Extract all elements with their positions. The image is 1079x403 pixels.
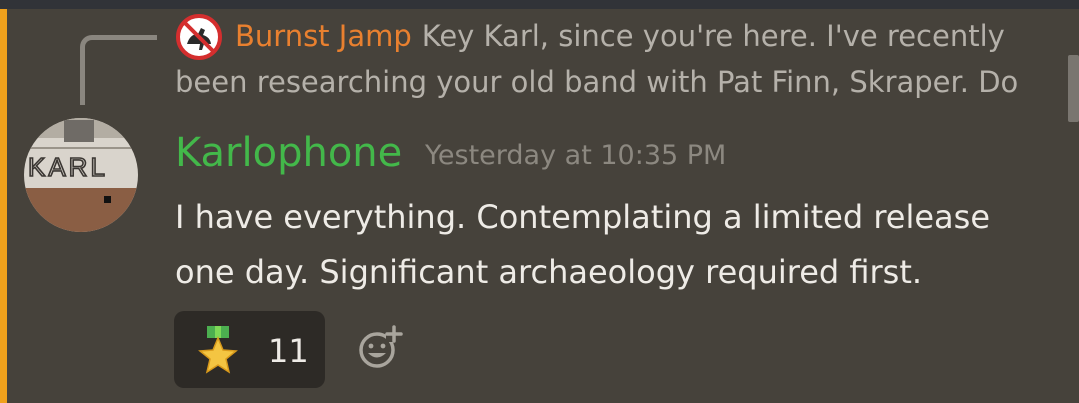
message-content: I have everything. Contemplating a limit… (175, 198, 991, 291)
reaction-button[interactable]: 11 (174, 311, 325, 388)
reply-connector (80, 35, 157, 105)
reply-preview[interactable]: Burnst Jamp Key Karl, since you're here. … (175, 13, 1055, 105)
add-reaction-icon[interactable] (356, 324, 404, 372)
scrollbar-thumb[interactable] (1068, 55, 1079, 122)
avatar-sign-text: KARL (28, 152, 108, 182)
message-timestamp[interactable]: Yesterday at 10:35 PM (425, 140, 726, 172)
star-medal-icon (198, 326, 238, 374)
message-author[interactable]: Karlophone (175, 128, 402, 178)
reply-author[interactable]: Burnst Jamp (235, 19, 412, 53)
highlight-accent-bar (0, 9, 7, 403)
reaction-count: 11 (268, 332, 309, 370)
top-bar (0, 0, 1079, 9)
avatar[interactable]: KARL (24, 118, 138, 232)
